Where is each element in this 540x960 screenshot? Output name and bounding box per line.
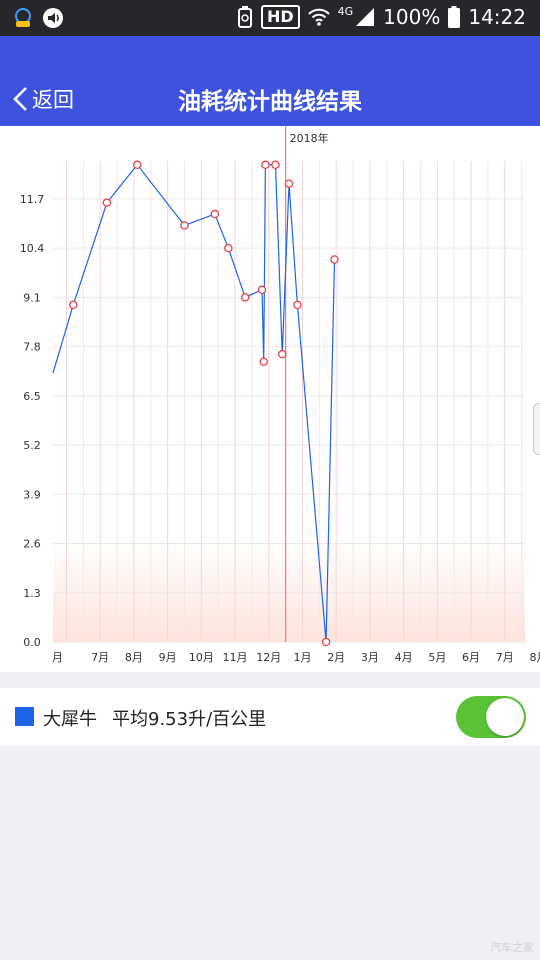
y-tick-label: 9.1	[23, 291, 41, 304]
status-bar: HD 4G 100% 14:22	[0, 0, 540, 36]
data-point-marker[interactable]	[259, 357, 268, 366]
data-point-marker[interactable]	[278, 349, 287, 359]
x-tick-label: 1月	[293, 651, 311, 664]
y-tick-label: 2.6	[23, 538, 41, 551]
data-point-marker[interactable]	[102, 198, 112, 207]
y-tick-label: 7.8	[23, 341, 41, 354]
battery-icon	[448, 6, 461, 28]
x-tick-label: 8月	[529, 651, 540, 664]
y-axis-labels: 0.0 1.3 2.6 3.9 5.2 6.5 7.8 9.1 10.4 11.7	[20, 193, 45, 649]
hd-badge: HD	[260, 5, 300, 29]
fuel-consumption-chart[interactable]: 2018年 0.0 1.3 2.6 3.9 5.2 6.5 7.8 9.1 10.4 11.7 月…	[0, 126, 540, 672]
y-tick-label: 11.7	[20, 193, 45, 206]
series-color-swatch	[15, 707, 34, 726]
clock: 14:22	[468, 5, 526, 29]
data-point-marker[interactable]	[330, 255, 339, 264]
x-tick-label: 6月	[462, 651, 480, 664]
battery-percent: 100%	[383, 5, 441, 29]
y-tick-label: 1.3	[23, 587, 41, 600]
y-tick-label: 6.5	[23, 390, 41, 403]
status-left-icons	[12, 7, 64, 29]
toggle-knob	[486, 698, 524, 736]
data-point-marker[interactable]	[321, 637, 331, 647]
page-title: 油耗统计曲线结果	[178, 89, 362, 115]
x-tick-label: 2月	[327, 651, 345, 664]
network-type: 4G	[337, 4, 354, 18]
data-point-marker[interactable]	[180, 221, 189, 230]
recycle-icon	[237, 6, 252, 28]
x-axis-labels: 月 7月 8月 9月 10月 11月 12月 1月 2月 3月 4月 5月 6月 7月 8月	[52, 651, 540, 664]
data-point-marker[interactable]	[257, 285, 267, 295]
data-point-marker[interactable]	[68, 300, 78, 310]
x-tick-label: 9月	[159, 651, 177, 664]
data-point-marker[interactable]	[133, 160, 142, 170]
x-tick-label: 3月	[361, 651, 379, 664]
call-notification-icon	[15, 8, 31, 27]
volume-icon	[43, 8, 63, 28]
series-name: 大犀牛	[43, 709, 97, 730]
y-tick-label: 10.4	[20, 242, 45, 255]
x-tick-label: 12月	[256, 651, 281, 664]
data-point-marker[interactable]	[240, 293, 250, 302]
watermark: 汽车之家	[490, 941, 534, 954]
data-point-marker[interactable]	[293, 300, 302, 310]
status-right-icons: HD 4G 100% 14:22	[237, 5, 526, 29]
data-point-marker[interactable]	[224, 243, 233, 253]
data-point-marker[interactable]	[261, 160, 270, 170]
x-tick-label: 7月	[496, 651, 514, 664]
signal-icon	[356, 8, 375, 26]
side-drawer-handle[interactable]	[533, 403, 540, 455]
y-tick-label: 0.0	[23, 636, 41, 649]
year-annotation: 2018年	[290, 131, 329, 145]
x-tick-label: 10月	[189, 651, 214, 664]
data-point-marker[interactable]	[271, 160, 280, 170]
average-consumption: 平均9.53升/百公里	[112, 709, 267, 730]
legend-row: 大犀牛 平均9.53升/百公里	[0, 688, 540, 746]
y-tick-label: 3.9	[23, 488, 41, 501]
app-header: 返回 油耗统计曲线结果	[0, 36, 540, 126]
x-tick-label: 4月	[395, 651, 413, 664]
wifi-icon	[307, 8, 330, 26]
chart-card[interactable]: 2018年 0.0 1.3 2.6 3.9 5.2 6.5 7.8 9.1 10.4 11.7 月…	[0, 126, 540, 672]
x-tick-label: 8月	[125, 651, 143, 664]
data-point-marker[interactable]	[210, 209, 220, 219]
data-point-marker[interactable]	[284, 179, 294, 188]
x-tick-label: 7月	[91, 651, 109, 664]
y-tick-label: 5.2	[23, 439, 41, 452]
x-tick-label: 11月	[223, 651, 248, 664]
x-tick-label: 5月	[428, 651, 446, 664]
series-visibility-toggle[interactable]	[456, 696, 526, 738]
x-tick-label: 月	[52, 651, 63, 664]
